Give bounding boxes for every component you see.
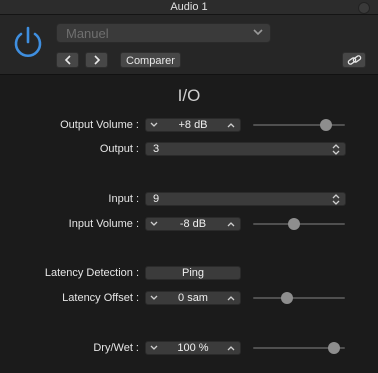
input-select[interactable]: 9 bbox=[145, 192, 346, 206]
chevron-up-icon[interactable] bbox=[227, 221, 235, 227]
window-title: Audio 1 bbox=[170, 1, 208, 13]
previous-preset-button[interactable] bbox=[56, 52, 79, 68]
chevron-up-icon[interactable] bbox=[227, 345, 235, 351]
title-bar: Audio 1 bbox=[0, 0, 378, 15]
chevron-up-icon[interactable] bbox=[227, 122, 235, 128]
power-icon[interactable] bbox=[10, 25, 46, 61]
latency-offset-slider[interactable] bbox=[253, 292, 345, 304]
chevron-up-icon[interactable] bbox=[227, 295, 235, 301]
output-volume-slider[interactable] bbox=[253, 119, 345, 131]
slider-track bbox=[253, 297, 345, 299]
chevron-down-icon bbox=[253, 29, 263, 36]
output-volume-label: Output Volume : bbox=[60, 119, 139, 131]
output-label: Output : bbox=[99, 143, 139, 155]
link-icon bbox=[347, 55, 362, 65]
link-button[interactable] bbox=[342, 52, 366, 68]
section-title: I/O bbox=[177, 86, 201, 105]
latency-offset-label: Latency Offset : bbox=[62, 292, 139, 304]
dry-wet-stepper[interactable]: 100 % bbox=[145, 341, 241, 355]
dry-wet-value: 100 % bbox=[177, 342, 209, 354]
plugin-header: Manuel Comparer bbox=[0, 15, 378, 75]
chevron-right-icon bbox=[94, 55, 101, 65]
close-icon[interactable] bbox=[358, 2, 370, 14]
input-volume-value: -8 dB bbox=[179, 218, 207, 230]
input-label: Input : bbox=[108, 193, 139, 205]
input-volume-slider[interactable] bbox=[253, 218, 345, 230]
slider-knob[interactable] bbox=[288, 218, 301, 230]
dry-wet-slider[interactable] bbox=[253, 342, 345, 354]
input-value: 9 bbox=[153, 193, 160, 205]
input-volume-label: Input Volume : bbox=[68, 218, 139, 230]
up-down-chevron-icon bbox=[332, 144, 340, 155]
chevron-left-icon bbox=[64, 55, 71, 65]
output-value: 3 bbox=[153, 143, 160, 155]
up-down-chevron-icon bbox=[332, 194, 340, 205]
output-select[interactable]: 3 bbox=[145, 142, 346, 156]
plugin-window: Audio 1 Manuel Comparer I/O Output Volum… bbox=[0, 0, 378, 373]
ping-button[interactable]: Ping bbox=[145, 266, 241, 280]
dry-wet-label: Dry/Wet : bbox=[93, 342, 139, 354]
preset-value: Manuel bbox=[66, 26, 109, 41]
output-volume-stepper[interactable]: +8 dB bbox=[145, 118, 241, 132]
latency-offset-value: 0 sam bbox=[178, 292, 208, 304]
output-volume-value: +8 dB bbox=[178, 119, 208, 131]
slider-knob[interactable] bbox=[328, 342, 341, 354]
slider-knob[interactable] bbox=[320, 119, 333, 131]
input-volume-stepper[interactable]: -8 dB bbox=[145, 217, 241, 231]
preset-menu[interactable]: Manuel bbox=[56, 23, 271, 43]
latency-offset-stepper[interactable]: 0 sam bbox=[145, 291, 241, 305]
slider-knob[interactable] bbox=[281, 292, 293, 304]
compare-button[interactable]: Comparer bbox=[120, 52, 181, 68]
next-preset-button[interactable] bbox=[85, 52, 108, 68]
latency-detection-label: Latency Detection : bbox=[44, 267, 139, 279]
